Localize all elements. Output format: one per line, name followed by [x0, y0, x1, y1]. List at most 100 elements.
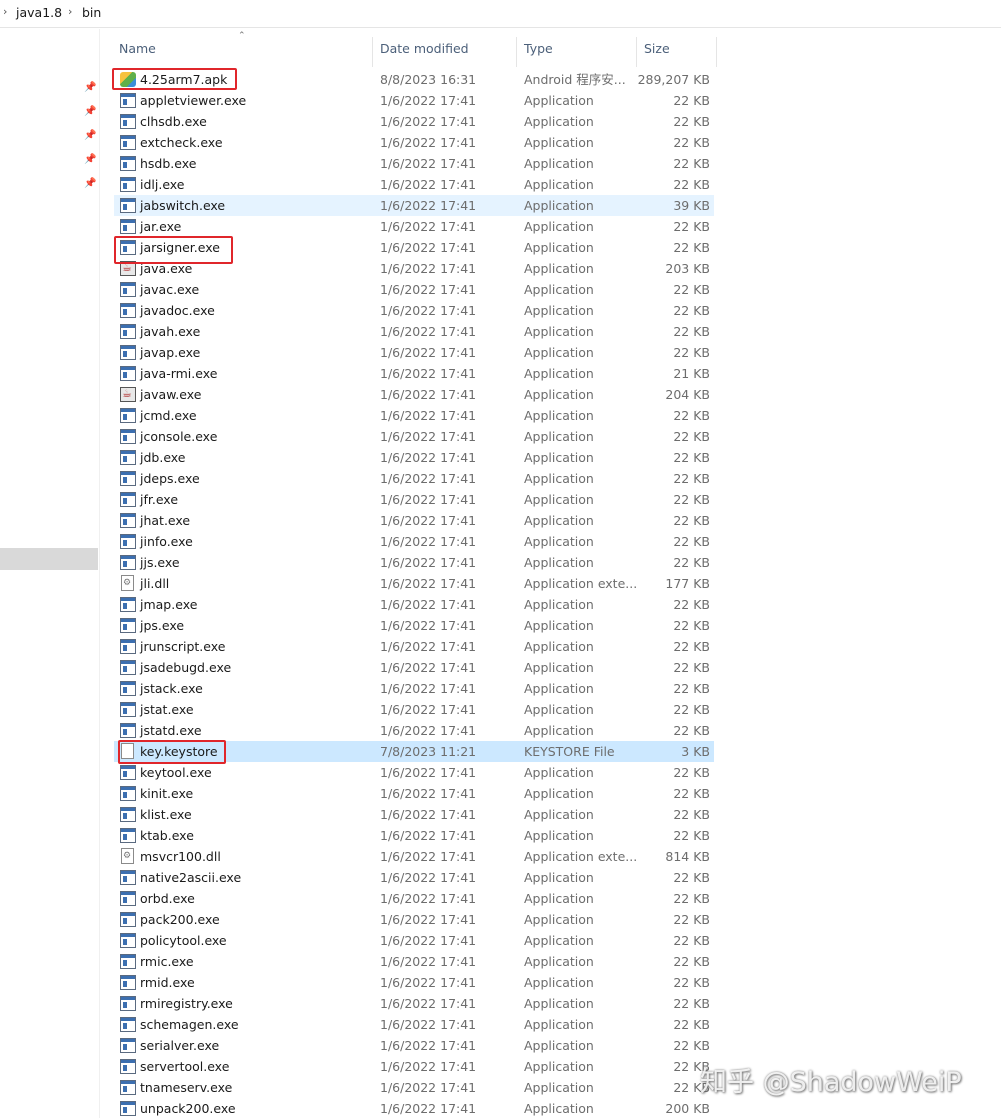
exe-icon	[120, 93, 136, 108]
file-row[interactable]: jar.exe 1/6/2022 17:41 Application 22 KB	[114, 216, 714, 237]
file-row[interactable]: jdb.exe 1/6/2022 17:41 Application 22 KB	[114, 447, 714, 468]
file-row[interactable]: jstack.exe 1/6/2022 17:41 Application 22 KB	[114, 678, 714, 699]
file-name: schemagen.exe	[140, 1017, 239, 1032]
exe-icon	[120, 681, 136, 696]
exe-icon	[120, 198, 136, 213]
file-row[interactable]: rmic.exe 1/6/2022 17:41 Application 22 KB	[114, 951, 714, 972]
file-type: Application	[524, 660, 594, 675]
file-row[interactable]: jli.dll 1/6/2022 17:41 Application exte...…	[114, 573, 714, 594]
file-name: jli.dll	[140, 576, 170, 591]
file-row[interactable]: jrunscript.exe 1/6/2022 17:41 Application 2…	[114, 636, 714, 657]
file-row[interactable]: jhat.exe 1/6/2022 17:41 Application 22 KB	[114, 510, 714, 531]
file-row[interactable]: jdeps.exe 1/6/2022 17:41 Application 22 KB	[114, 468, 714, 489]
file-name: idlj.exe	[140, 177, 185, 192]
dll-icon	[121, 848, 134, 864]
file-row[interactable]: jabswitch.exe 1/6/2022 17:41 Application 39…	[114, 195, 714, 216]
file-type: Application	[524, 408, 594, 423]
exe-icon	[120, 534, 136, 549]
file-type: Application exte...	[524, 576, 638, 591]
file-size: 22 KB	[673, 681, 710, 696]
file-row[interactable]: kinit.exe 1/6/2022 17:41 Application 22 KB	[114, 783, 714, 804]
file-row[interactable]: jinfo.exe 1/6/2022 17:41 Application 22 KB	[114, 531, 714, 552]
file-row[interactable]: jstatd.exe 1/6/2022 17:41 Application 22 KB	[114, 720, 714, 741]
file-row[interactable]: extcheck.exe 1/6/2022 17:41 Application 22 …	[114, 132, 714, 153]
file-row[interactable]: javaw.exe 1/6/2022 17:41 Application 204 KB	[114, 384, 714, 405]
file-type: Application	[524, 891, 594, 906]
file-size: 22 KB	[673, 1059, 710, 1074]
file-row[interactable]: schemagen.exe 1/6/2022 17:41 Application 22…	[114, 1014, 714, 1035]
file-row[interactable]: javap.exe 1/6/2022 17:41 Application 22 KB	[114, 342, 714, 363]
dll-icon	[121, 575, 134, 591]
file-row[interactable]: jconsole.exe 1/6/2022 17:41 Application 22 …	[114, 426, 714, 447]
file-row[interactable]: native2ascii.exe 1/6/2022 17:41 Applicatio…	[114, 867, 714, 888]
file-date: 1/6/2022 17:41	[380, 261, 477, 276]
file-row[interactable]: jsadebugd.exe 1/6/2022 17:41 Application 22…	[114, 657, 714, 678]
file-size: 22 KB	[673, 114, 710, 129]
file-date: 1/6/2022 17:41	[380, 303, 477, 318]
file-row[interactable]: msvcr100.dll 1/6/2022 17:41 Application ex…	[114, 846, 714, 867]
file-size: 204 KB	[665, 387, 710, 402]
file-name: orbd.exe	[140, 891, 195, 906]
file-row[interactable]: rmid.exe 1/6/2022 17:41 Application 22 KB	[114, 972, 714, 993]
file-date: 1/6/2022 17:41	[380, 597, 477, 612]
file-row[interactable]: unpack200.exe 1/6/2022 17:41 Application 20…	[114, 1098, 714, 1118]
file-row[interactable]: serialver.exe 1/6/2022 17:41 Application 22…	[114, 1035, 714, 1056]
file-date: 1/6/2022 17:41	[380, 702, 477, 717]
exe-icon	[120, 450, 136, 465]
file-name: klist.exe	[140, 807, 192, 822]
file-date: 1/6/2022 17:41	[380, 933, 477, 948]
file-row[interactable]: hsdb.exe 1/6/2022 17:41 Application 22 KB	[114, 153, 714, 174]
file-name: policytool.exe	[140, 933, 227, 948]
file-size: 289,207 KB	[637, 72, 710, 87]
file-row[interactable]: jcmd.exe 1/6/2022 17:41 Application 22 KB	[114, 405, 714, 426]
file-row[interactable]: javac.exe 1/6/2022 17:41 Application 22 KB	[114, 279, 714, 300]
file-row[interactable]: javah.exe 1/6/2022 17:41 Application 22 KB	[114, 321, 714, 342]
file-row[interactable]: jjs.exe 1/6/2022 17:41 Application 22 KB	[114, 552, 714, 573]
file-type: Application	[524, 1059, 594, 1074]
file-size: 22 KB	[673, 828, 710, 843]
file-row[interactable]: tnameserv.exe 1/6/2022 17:41 Application 22…	[114, 1077, 714, 1098]
file-size: 22 KB	[673, 324, 710, 339]
file-row[interactable]: servertool.exe 1/6/2022 17:41 Application 2…	[114, 1056, 714, 1077]
file-row[interactable]: jstat.exe 1/6/2022 17:41 Application 22 KB	[114, 699, 714, 720]
file-date: 1/6/2022 17:41	[380, 429, 477, 444]
file-row[interactable]: appletviewer.exe 1/6/2022 17:41 Applicatio…	[114, 90, 714, 111]
file-name: jmap.exe	[140, 597, 198, 612]
file-date: 1/6/2022 17:41	[380, 450, 477, 465]
file-size: 200 KB	[665, 1101, 710, 1116]
file-row[interactable]: jmap.exe 1/6/2022 17:41 Application 22 KB	[114, 594, 714, 615]
file-row[interactable]: idlj.exe 1/6/2022 17:41 Application 22 KB	[114, 174, 714, 195]
file-row[interactable]: clhsdb.exe 1/6/2022 17:41 Application 22 KB	[114, 111, 714, 132]
file-row[interactable]: jps.exe 1/6/2022 17:41 Application 22 KB	[114, 615, 714, 636]
exe-icon	[120, 366, 136, 381]
file-size: 22 KB	[673, 408, 710, 423]
highlight-box-jarsigner	[114, 236, 233, 264]
file-size: 22 KB	[673, 177, 710, 192]
exe-icon	[120, 1101, 136, 1116]
file-row[interactable]: policytool.exe 1/6/2022 17:41 Application 2…	[114, 930, 714, 951]
file-row[interactable]: javadoc.exe 1/6/2022 17:41 Application 22 K…	[114, 300, 714, 321]
file-type: Application	[524, 240, 594, 255]
file-name: jps.exe	[140, 618, 185, 633]
exe-icon	[120, 723, 136, 738]
file-date: 1/6/2022 17:41	[380, 324, 477, 339]
file-name: javah.exe	[140, 324, 201, 339]
file-type: Application	[524, 261, 594, 276]
exe-icon	[120, 177, 136, 192]
file-size: 22 KB	[673, 807, 710, 822]
file-row[interactable]: keytool.exe 1/6/2022 17:41 Application 22 K…	[114, 762, 714, 783]
file-row[interactable]: rmiregistry.exe 1/6/2022 17:41 Application…	[114, 993, 714, 1014]
file-date: 1/6/2022 17:41	[380, 345, 477, 360]
file-row[interactable]: ktab.exe 1/6/2022 17:41 Application 22 KB	[114, 825, 714, 846]
file-name: javadoc.exe	[140, 303, 215, 318]
file-size: 22 KB	[673, 345, 710, 360]
file-name: appletviewer.exe	[140, 93, 247, 108]
exe-icon	[120, 156, 136, 171]
file-row[interactable]: orbd.exe 1/6/2022 17:41 Application 22 KB	[114, 888, 714, 909]
file-row[interactable]: pack200.exe 1/6/2022 17:41 Application 22 K…	[114, 909, 714, 930]
file-row[interactable]: jfr.exe 1/6/2022 17:41 Application 22 KB	[114, 489, 714, 510]
file-row[interactable]: java-rmi.exe 1/6/2022 17:41 Application 21 …	[114, 363, 714, 384]
file-row[interactable]: klist.exe 1/6/2022 17:41 Application 22 KB	[114, 804, 714, 825]
file-type: Application	[524, 114, 594, 129]
file-size: 3 KB	[681, 744, 710, 759]
